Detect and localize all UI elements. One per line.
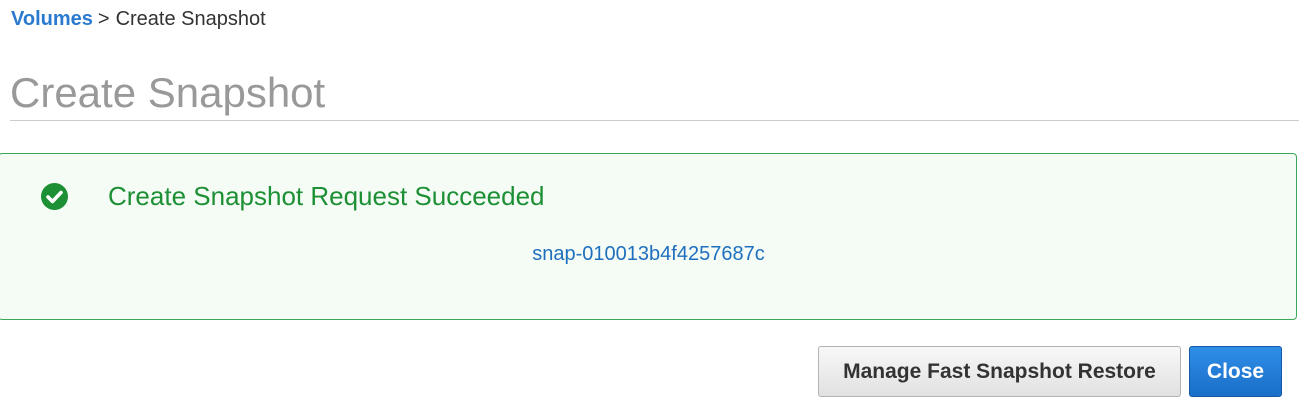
manage-fast-snapshot-restore-button[interactable]: Manage Fast Snapshot Restore	[818, 346, 1181, 397]
check-circle-icon	[41, 183, 68, 210]
breadcrumb-separator: >	[97, 8, 110, 30]
success-heading: Create Snapshot Request Succeeded	[108, 181, 545, 211]
title-divider	[10, 120, 1299, 121]
close-button[interactable]: Close	[1189, 346, 1282, 397]
breadcrumb-current: Create Snapshot	[115, 8, 266, 30]
success-notification: Create Snapshot Request Succeeded snap-0…	[0, 153, 1297, 320]
page-title: Create Snapshot	[10, 69, 326, 116]
snapshot-id-link[interactable]: snap-010013b4f4257687c	[0, 243, 1298, 266]
breadcrumb-link-volumes[interactable]: Volumes	[11, 8, 93, 30]
breadcrumb: Volumes > Create Snapshot	[11, 8, 266, 31]
